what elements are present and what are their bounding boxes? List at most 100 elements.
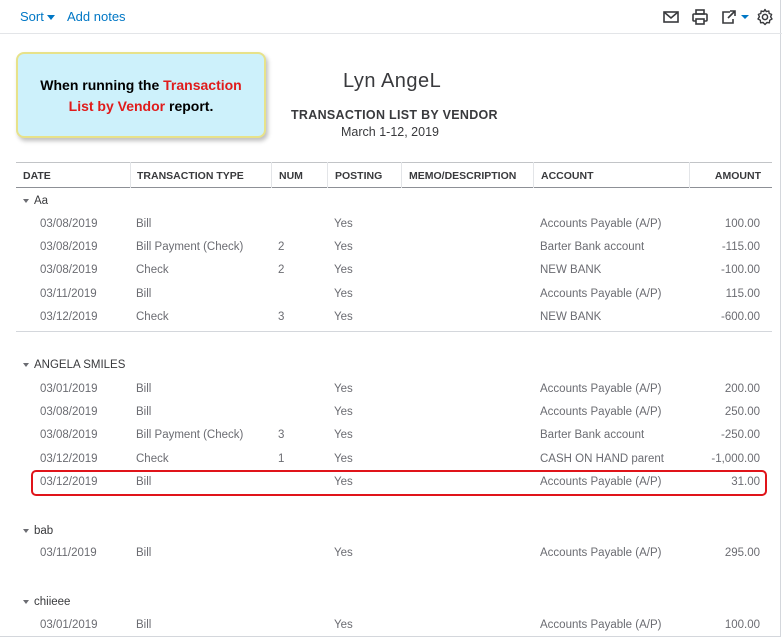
table-row[interactable]: 03/12/2019 Check 3 Yes NEW BANK -600.00: [16, 307, 772, 330]
cell-date: 03/11/2019: [40, 288, 97, 300]
cell-account: NEW BANK: [540, 311, 602, 323]
cell-posting: Yes: [334, 288, 353, 300]
cell-amount: 100.00: [724, 619, 760, 631]
cell-account: Accounts Payable (A/P): [540, 406, 662, 418]
column-header-transaction-type[interactable]: TRANSACTION TYPE: [137, 170, 244, 182]
cell-type[interactable]: Bill Payment (Check): [136, 241, 243, 253]
callout-highlight-text: List by Vendor: [68, 98, 166, 114]
cell-type[interactable]: Bill: [136, 383, 151, 395]
cell-date: 03/11/2019: [40, 547, 97, 559]
cell-num: 1: [278, 453, 285, 465]
email-icon[interactable]: [661, 8, 681, 26]
cell-num: 3: [278, 429, 285, 441]
cell-amount: 250.00: [724, 406, 760, 418]
cell-account: Barter Bank account: [540, 429, 645, 441]
add-notes-link[interactable]: Add notes: [67, 9, 126, 24]
collapse-caret-icon[interactable]: [23, 198, 29, 203]
cell-type[interactable]: Check: [136, 311, 169, 323]
cell-account: Accounts Payable (A/P): [540, 547, 662, 559]
cell-posting: Yes: [334, 218, 353, 230]
cell-date: 03/08/2019: [40, 241, 98, 253]
column-header-num[interactable]: NUM: [279, 170, 303, 182]
column-header-amount[interactable]: AMOUNT: [715, 170, 761, 182]
cell-num: 3: [278, 311, 285, 323]
cell-posting: Yes: [334, 453, 353, 465]
table-row[interactable]: 03/08/2019 Bill Yes Accounts Payable (A/…: [16, 402, 772, 425]
cell-date: 03/12/2019: [40, 453, 98, 465]
cell-date: 03/08/2019: [40, 429, 98, 441]
cell-type[interactable]: Check: [136, 264, 169, 276]
sort-label: Sort: [20, 9, 44, 24]
chevron-down-icon: [46, 15, 55, 21]
cell-account: Accounts Payable (A/P): [540, 383, 662, 395]
cell-posting: Yes: [334, 264, 353, 276]
column-header-posting[interactable]: POSTING: [335, 170, 382, 182]
cell-type[interactable]: Bill: [136, 288, 151, 300]
table-row[interactable]: 03/11/2019 Bill Yes Accounts Payable (A/…: [16, 543, 772, 566]
cell-account: NEW BANK: [540, 264, 602, 276]
collapse-caret-icon[interactable]: [23, 599, 29, 604]
cell-posting: Yes: [334, 406, 353, 418]
column-divider: [401, 162, 402, 188]
cell-amount: -115.00: [721, 241, 760, 253]
table-row[interactable]: 03/08/2019 Check 2 Yes NEW BANK -100.00: [16, 260, 772, 283]
vendor-name: chiieee: [34, 596, 71, 608]
report-date-range: March 1-12, 2019: [341, 125, 439, 139]
cell-account: CASH ON HAND parent: [540, 453, 664, 465]
cell-amount: 115.00: [725, 288, 760, 300]
column-divider: [327, 162, 328, 188]
cell-type[interactable]: Check: [136, 453, 169, 465]
export-icon[interactable]: [719, 8, 751, 26]
callout-highlight-text: Transaction: [163, 77, 242, 93]
vendor-name: Aa: [34, 195, 49, 207]
cell-date: 03/01/2019: [40, 619, 98, 631]
cell-num: 2: [278, 241, 285, 253]
cell-type[interactable]: Bill: [136, 619, 151, 631]
print-icon[interactable]: [690, 8, 710, 26]
callout-text: When running the: [40, 77, 164, 93]
column-divider: [689, 162, 690, 188]
column-header-date[interactable]: DATE: [23, 170, 51, 182]
column-header-account[interactable]: ACCOUNT: [541, 170, 594, 182]
cell-date: 03/01/2019: [40, 383, 98, 395]
callout-text: report.: [165, 98, 214, 114]
cell-type[interactable]: Bill: [136, 218, 151, 230]
report-toolbar: Sort Add notes: [0, 0, 782, 34]
vendor-group-header[interactable]: ANGELA SMILES: [23, 359, 125, 371]
callout-line-1: When running the Transaction: [18, 75, 264, 96]
callout-line-2: List by Vendor report.: [18, 96, 264, 117]
collapse-caret-icon[interactable]: [23, 528, 29, 533]
cell-posting: Yes: [334, 547, 353, 559]
vendor-group-header[interactable]: chiieee: [23, 596, 70, 608]
cell-amount: 100.00: [724, 218, 760, 230]
settings-icon[interactable]: [755, 8, 775, 26]
cell-amount: 295.00: [724, 547, 760, 559]
sort-dropdown[interactable]: Sort: [20, 9, 55, 24]
vendor-name: ANGELA SMILES: [34, 359, 126, 371]
cell-date: 03/08/2019: [40, 406, 98, 418]
vendor-group-header[interactable]: bab: [23, 525, 53, 537]
table-row[interactable]: 03/08/2019 Bill Payment (Check) 2 Yes Ba…: [16, 237, 772, 260]
cell-type[interactable]: Bill Payment (Check): [136, 429, 243, 441]
vendor-group-header[interactable]: Aa: [23, 195, 48, 207]
table-row[interactable]: 03/12/2019 Check 1 Yes CASH ON HAND pare…: [16, 449, 772, 472]
table-row[interactable]: 03/01/2019 Bill Yes Accounts Payable (A/…: [16, 615, 772, 638]
column-header-memo[interactable]: MEMO/DESCRIPTION: [409, 170, 516, 182]
table-row[interactable]: 03/08/2019 Bill Yes Accounts Payable (A/…: [16, 214, 772, 237]
cell-posting: Yes: [334, 241, 353, 253]
collapse-caret-icon[interactable]: [23, 362, 29, 367]
cell-account: Accounts Payable (A/P): [540, 218, 662, 230]
table-row[interactable]: 03/01/2019 Bill Yes Accounts Payable (A/…: [16, 379, 772, 402]
column-divider: [533, 162, 534, 188]
table-row[interactable]: 03/08/2019 Bill Payment (Check) 3 Yes Ba…: [16, 425, 772, 448]
cell-amount: -250.00: [720, 429, 760, 441]
cell-type[interactable]: Bill: [136, 406, 151, 418]
table-row[interactable]: 03/11/2019 Bill Yes Accounts Payable (A/…: [16, 284, 772, 307]
column-divider: [130, 162, 131, 188]
cell-type[interactable]: Bill: [136, 547, 151, 559]
company-name: Lyn AngeL: [343, 70, 442, 92]
cell-posting: Yes: [334, 429, 353, 441]
column-divider: [271, 162, 272, 188]
cell-account: Accounts Payable (A/P): [540, 288, 662, 300]
highlighted-row-outline: [31, 470, 767, 496]
